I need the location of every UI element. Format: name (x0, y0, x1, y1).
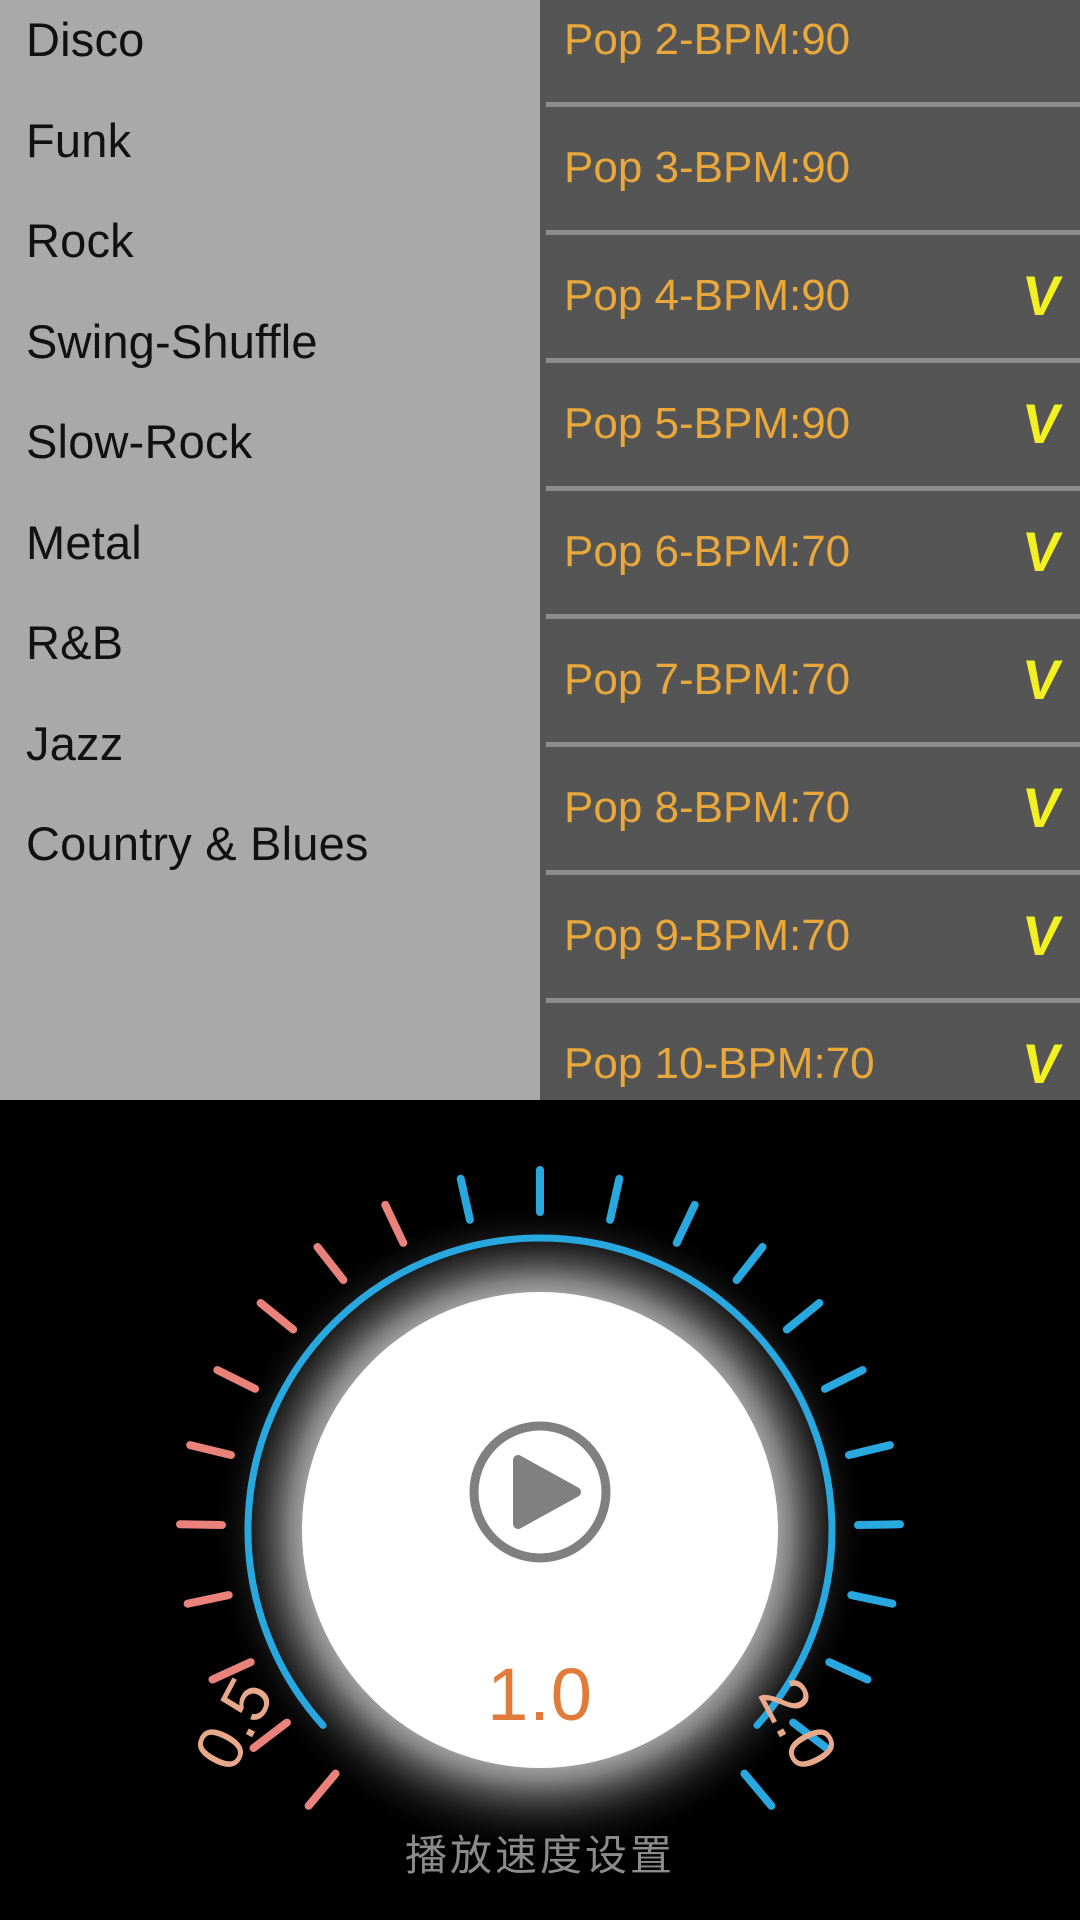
rhythm-browser: Disco Funk Rock Swing-Shuffle Slow-Rock Metal… (0, 0, 1080, 1100)
sidebar-item-label: Jazz (26, 716, 124, 770)
app-screen: Disco Funk Rock Swing-Shuffle Slow-Rock Metal… (0, 0, 1080, 1920)
sidebar-item-label: Metal (26, 515, 142, 569)
pattern-label: Pop 7-BPM:70 (564, 655, 851, 704)
pattern-list[interactable]: Pop 2-BPM:90VPop 3-BPM:90VPop 4-BPM:90VP… (540, 0, 1080, 1100)
list-item[interactable]: Pop 4-BPM:90 V (540, 232, 1080, 360)
sidebar-item-label: R&B (26, 616, 124, 669)
pattern-label: Pop 10-BPM:70 (564, 1039, 875, 1088)
sidebar-item-label: Slow-Rock (26, 415, 253, 468)
list-item[interactable]: Pop 6-BPM:70 V (540, 488, 1080, 616)
pattern-label: Pop 4-BPM:90 (564, 271, 851, 320)
playback-speed-panel: 0.5 2.0 1.0 播放速度设置 (0, 1100, 1080, 1920)
pattern-label: Pop 6-BPM:70 (564, 527, 851, 576)
dial-tick (313, 1243, 348, 1284)
sidebar-item-label: Country & Blues (26, 817, 369, 870)
dial-tick (854, 1520, 904, 1529)
dial-tick (256, 1299, 298, 1334)
dial-tick (732, 1243, 767, 1284)
sidebar-item-label: Rock (26, 214, 134, 267)
checkmark-icon[interactable]: V (1018, 264, 1064, 327)
speed-knob-dial[interactable]: 0.5 2.0 (0, 1100, 1080, 1910)
list-item[interactable]: Pop 2-BPM:90V (540, 0, 1080, 104)
list-item[interactable]: Pop 10-BPM:70 V (540, 1000, 1080, 1100)
list-item[interactable]: Pop 3-BPM:90V (540, 104, 1080, 232)
list-item[interactable]: Pop 7-BPM:70 V (540, 616, 1080, 744)
dial-tick (782, 1299, 824, 1334)
speed-caption: 播放速度设置 (404, 1831, 675, 1880)
knob-body[interactable] (302, 1292, 778, 1768)
list-item[interactable]: Pop 5-BPM:90 V (540, 360, 1080, 488)
checkmark-icon[interactable]: V (1018, 776, 1064, 839)
checkmark-icon[interactable]: V (1018, 1032, 1064, 1095)
pattern-label: Pop 8-BPM:70 (564, 783, 851, 832)
checkmark-icon[interactable]: V (1018, 648, 1064, 711)
sidebar-item-label: Funk (26, 113, 132, 167)
pattern-label: Pop 2-BPM:90 (564, 15, 851, 64)
list-item[interactable]: Pop 9-BPM:70 V (540, 872, 1080, 1000)
pattern-label: Pop 5-BPM:90 (564, 399, 851, 448)
pattern-label: Pop 3-BPM:90 (564, 143, 851, 192)
list-item[interactable]: Pop 8-BPM:70 V (540, 744, 1080, 872)
sidebar-item-country-blues[interactable]: Country & Blues (0, 782, 540, 905)
pattern-label: Pop 9-BPM:70 (564, 911, 851, 960)
checkmark-icon[interactable]: V (1018, 392, 1064, 455)
checkmark-icon[interactable]: V (1018, 520, 1064, 583)
dial-tick (740, 1769, 776, 1810)
sidebar-item-label: Swing-Shuffle (26, 314, 318, 368)
genre-sidebar[interactable]: Disco Funk Rock Swing-Shuffle Slow-Rock Metal… (0, 0, 540, 1100)
dial-tick (176, 1520, 226, 1529)
dial-tick (304, 1769, 340, 1810)
sidebar-item-label: Disco (26, 13, 145, 66)
checkmark-icon[interactable]: V (1018, 904, 1064, 967)
